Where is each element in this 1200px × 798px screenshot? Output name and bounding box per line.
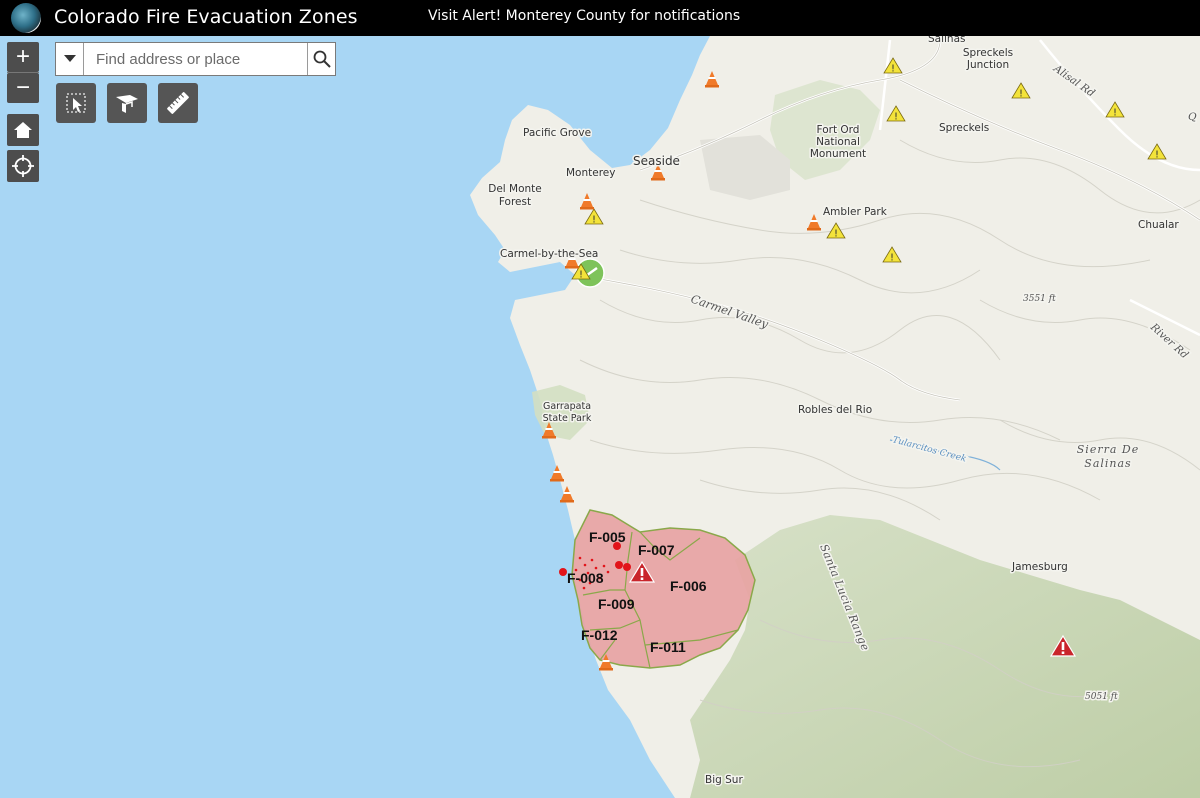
svg-text:!: ! — [894, 112, 898, 123]
zone-label-f011[interactable]: F-011 — [650, 639, 686, 655]
search-icon — [313, 50, 331, 68]
label-ambler-park: Ambler Park — [823, 206, 888, 218]
svg-text:!: ! — [579, 270, 583, 281]
alert-banner[interactable]: Visit Alert! Monterey County for notific… — [428, 8, 740, 24]
select-features-button[interactable] — [56, 83, 96, 123]
app-title: Colorado Fire Evacuation Zones — [54, 6, 358, 28]
label-jamesburg: Jamesburg — [1011, 561, 1068, 573]
label-spreckels: Spreckels — [939, 122, 989, 134]
county-seal-icon — [11, 3, 41, 33]
label-chualar: Chualar — [1138, 219, 1179, 231]
zoom-in-button[interactable]: + — [7, 42, 39, 72]
label-fort-ord: Fort Ord National Monument — [810, 124, 866, 160]
label-sierra-salinas: Sierra De Salinas — [1077, 443, 1139, 470]
zoom-out-button[interactable]: − — [7, 73, 39, 103]
label-pacific-grove: Pacific Grove — [523, 127, 591, 139]
zone-label-f012[interactable]: F-012 — [581, 627, 618, 643]
search-widget — [55, 42, 336, 76]
svg-text:!: ! — [592, 215, 596, 226]
zoom-divider — [7, 72, 39, 73]
label-big-sur: Big Sur — [705, 774, 743, 786]
label-elev-5051: 5051 ft — [1085, 692, 1118, 702]
svg-text:!: ! — [1113, 108, 1117, 119]
ruler-button[interactable] — [158, 83, 198, 123]
label-elev-3551: 3551 ft — [1023, 294, 1056, 304]
locate-button[interactable] — [7, 150, 39, 182]
measure-area-icon — [116, 95, 138, 113]
search-button[interactable] — [307, 43, 335, 75]
zone-label-f008[interactable]: F-008 — [567, 570, 604, 586]
label-q: Q — [1188, 111, 1197, 123]
label-spreckels-junction: Spreckels Junction — [963, 47, 1013, 71]
label-garrapata: Garrapata State Park — [543, 401, 592, 424]
svg-text:!: ! — [1155, 150, 1159, 161]
home-button[interactable] — [7, 114, 39, 146]
home-icon — [14, 122, 32, 138]
label-robles: Robles del Rio — [798, 404, 872, 416]
label-seaside: Seaside — [633, 154, 680, 168]
ruler-icon — [167, 92, 189, 114]
search-source-dropdown[interactable] — [56, 43, 84, 75]
header-bar: Colorado Fire Evacuation Zones Visit Ale… — [0, 0, 1200, 36]
locate-icon — [12, 155, 34, 177]
zone-label-f007[interactable]: F-007 — [638, 542, 675, 558]
label-carmel: Carmel-by-the-Sea — [500, 248, 598, 260]
svg-text:!: ! — [891, 64, 895, 75]
svg-text:!: ! — [834, 229, 838, 240]
zone-label-f006[interactable]: F-006 — [670, 578, 707, 594]
select-features-icon — [66, 93, 86, 113]
label-monterey: Monterey — [566, 167, 615, 179]
measure-area-button[interactable] — [107, 83, 147, 123]
search-input[interactable] — [84, 43, 307, 75]
zone-label-f009[interactable]: F-009 — [598, 596, 635, 612]
svg-text:!: ! — [890, 253, 894, 264]
chevron-down-icon — [63, 55, 76, 62]
zone-label-f005[interactable]: F-005 — [589, 529, 626, 545]
svg-text:!: ! — [1019, 89, 1023, 100]
